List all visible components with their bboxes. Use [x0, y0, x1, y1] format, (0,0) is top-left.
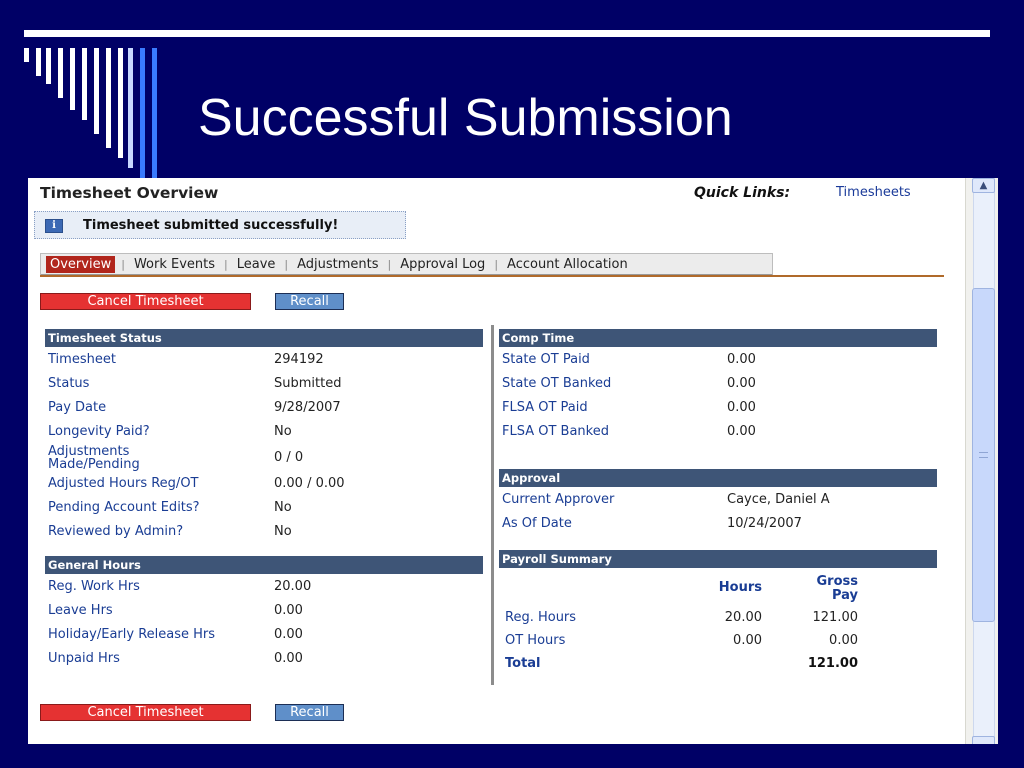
payroll-row-hours: 0.00 [733, 633, 762, 648]
hours-row-value: 0.00 [274, 651, 303, 666]
hours-row-label: Holiday/Early Release Hrs [48, 627, 216, 642]
status-row-value: No [274, 524, 292, 539]
tab-work-events[interactable]: Work Events [131, 257, 218, 272]
comp-row-label: FLSA OT Paid [502, 400, 588, 415]
slide-title: Successful Submission [198, 89, 733, 147]
tab-account-allocation[interactable]: Account Allocation [504, 257, 631, 272]
status-row-label: Pending Account Edits? [48, 500, 200, 515]
payroll-row-gross: 121.00 [812, 610, 859, 625]
app-screenshot: Timesheet Overview Quick Links: Timeshee… [28, 178, 998, 744]
status-row-label: Adjusted Hours Reg/OT [48, 476, 199, 491]
status-row-value: 0.00 / 0.00 [274, 476, 345, 491]
vertical-scrollbar[interactable]: ▲ [965, 178, 998, 744]
status-row-value: No [274, 500, 292, 515]
slide-decorative-bars [24, 48, 174, 188]
status-row-label: Reviewed by Admin? [48, 524, 184, 539]
general-hours-heading: General Hours [45, 556, 483, 574]
hours-row-value: 0.00 [274, 627, 303, 642]
tab-separator: | [284, 257, 289, 271]
scroll-down-arrow-icon[interactable] [972, 736, 995, 744]
scroll-up-arrow-icon[interactable]: ▲ [972, 178, 995, 193]
recall-button-bottom[interactable]: Recall [275, 704, 344, 721]
payroll-row-hours: 20.00 [724, 610, 762, 625]
comp-row-value: 0.00 [727, 352, 756, 367]
comp-row-value: 0.00 [727, 376, 756, 391]
payroll-summary-heading: Payroll Summary [499, 550, 937, 568]
status-row-value: 9/28/2007 [274, 400, 341, 415]
payroll-row-gross: 0.00 [829, 633, 858, 648]
scrollbar-thumb[interactable] [972, 288, 995, 622]
tab-separator: | [387, 257, 392, 271]
tab-overview[interactable]: Overview [46, 255, 116, 273]
recall-button[interactable]: Recall [275, 293, 344, 310]
tab-separator: | [494, 257, 499, 271]
tab-leave[interactable]: Leave [234, 257, 279, 272]
status-row-label: Pay Date [48, 400, 107, 415]
slide-top-rule [24, 30, 990, 37]
tab-approval-log[interactable]: Approval Log [397, 257, 488, 272]
hours-row-label: Leave Hrs [48, 603, 113, 618]
comp-row-label: State OT Banked [502, 376, 612, 391]
approval-row-label: Current Approver [502, 492, 615, 507]
hours-row-value: 0.00 [274, 603, 303, 618]
comp-row-value: 0.00 [727, 400, 756, 415]
cancel-timesheet-button-bottom[interactable]: Cancel Timesheet [40, 704, 251, 721]
tab-bar: Overview | Work Events | Leave | Adjustm… [40, 253, 773, 276]
column-divider [491, 325, 494, 685]
approval-heading: Approval [499, 469, 937, 487]
comp-row-value: 0.00 [727, 424, 756, 439]
tab-separator: | [224, 257, 228, 271]
comp-time-heading: Comp Time [499, 329, 937, 347]
success-message: i Timesheet submitted successfully! [34, 211, 406, 239]
quick-links-label: Quick Links: [694, 185, 791, 201]
timesheet-overview-page: Timesheet Overview Quick Links: Timeshee… [28, 178, 965, 744]
payroll-total-value: 121.00 [807, 656, 858, 671]
comp-row-label: FLSA OT Banked [502, 424, 609, 439]
scrollbar-grip-icon [979, 452, 988, 458]
payroll-gross-pay-column-header: Gross Pay [816, 574, 859, 603]
status-row-label: Adjustments Made/Pending [48, 444, 140, 472]
as-of-date-value: 10/24/2007 [727, 516, 802, 531]
status-row-value: Submitted [274, 376, 342, 391]
status-row-value: 0 / 0 [274, 450, 304, 465]
hours-row-label: Reg. Work Hrs [48, 579, 140, 594]
quick-link-timesheets[interactable]: Timesheets [836, 185, 911, 200]
current-approver-value: Cayce, Daniel A [727, 492, 830, 507]
approval-row-label: As Of Date [502, 516, 572, 531]
tab-separator: | [121, 257, 125, 271]
hours-row-label: Unpaid Hrs [48, 651, 120, 666]
success-message-text: Timesheet submitted successfully! [83, 218, 339, 233]
timesheet-status-heading: Timesheet Status [45, 329, 483, 347]
page-title: Timesheet Overview [40, 184, 219, 202]
payroll-row-label: OT Hours [505, 633, 566, 648]
tab-adjustments[interactable]: Adjustments [294, 257, 381, 272]
status-row-value: No [274, 424, 292, 439]
payroll-total-label: Total [505, 656, 541, 671]
status-row-label: Status [48, 376, 90, 391]
comp-row-label: State OT Paid [502, 352, 590, 367]
tab-underline [40, 275, 944, 277]
payroll-hours-column-header: Hours [718, 580, 762, 595]
status-row-value: 294192 [274, 352, 324, 367]
info-icon: i [45, 219, 63, 233]
status-row-label: Longevity Paid? [48, 424, 150, 439]
status-row-label: Timesheet [48, 352, 116, 367]
payroll-row-label: Reg. Hours [505, 610, 577, 625]
cancel-timesheet-button[interactable]: Cancel Timesheet [40, 293, 251, 310]
hours-row-value: 20.00 [274, 579, 312, 594]
